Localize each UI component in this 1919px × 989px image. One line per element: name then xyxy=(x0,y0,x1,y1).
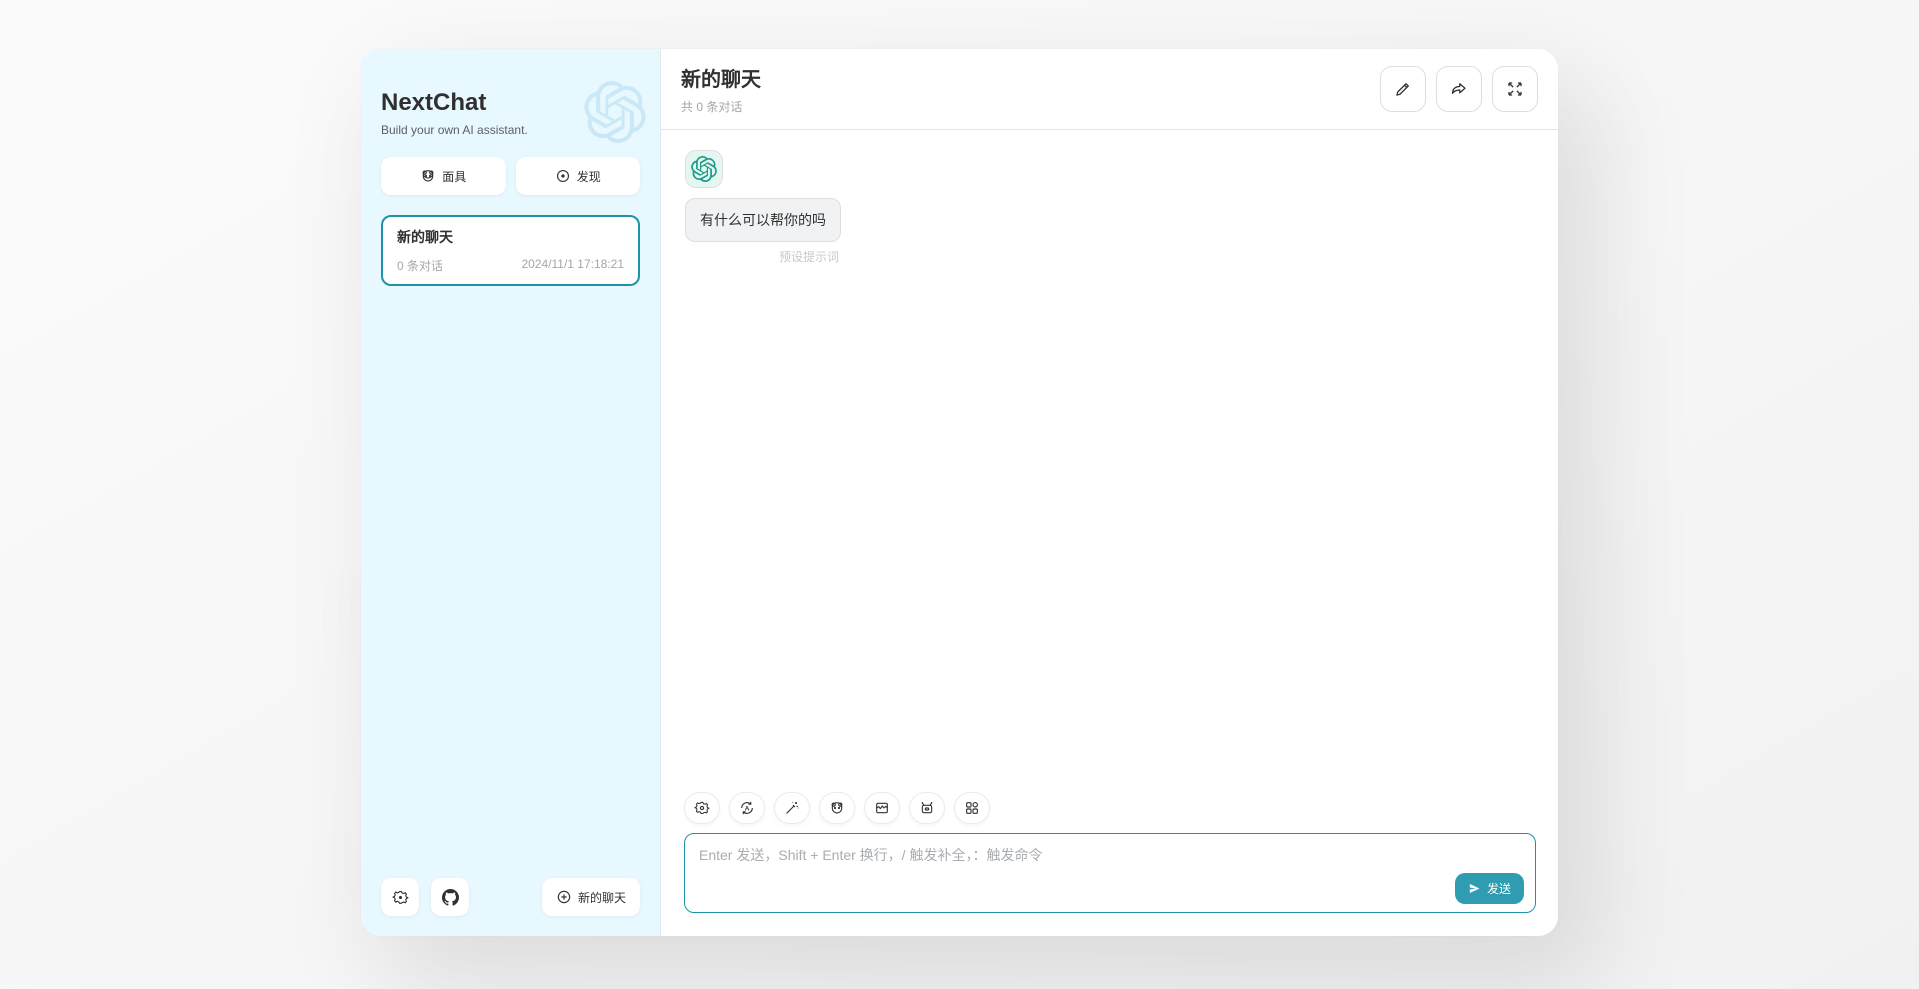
fullscreen-button[interactable] xyxy=(1492,66,1538,112)
clear-context-button[interactable] xyxy=(864,792,900,824)
assistant-message: 有什么可以帮你的吗 预设提示词 xyxy=(685,198,841,265)
send-button[interactable]: 发送 xyxy=(1455,873,1524,904)
export-button[interactable] xyxy=(1436,66,1482,112)
chat-header-actions xyxy=(1380,66,1538,112)
sidebar-actions: 面具 发现 xyxy=(381,157,640,195)
chat-list-item[interactable]: 新的聊天 0 条对话 2024/11/1 17:18:21 xyxy=(381,215,640,286)
github-button[interactable] xyxy=(431,878,469,916)
chat-header-titles: 新的聊天 共 0 条对话 xyxy=(681,63,761,115)
send-button-label: 发送 xyxy=(1487,880,1511,897)
chat-settings-button[interactable] xyxy=(684,792,720,824)
send-plane-icon xyxy=(1468,882,1481,895)
sidebar: NextChat Build your own AI assistant. 面具 xyxy=(361,49,661,936)
plugin-grid-icon xyxy=(964,800,980,816)
chat-item-title: 新的聊天 xyxy=(397,227,624,247)
prompt-button[interactable] xyxy=(774,792,810,824)
gear-icon xyxy=(392,889,409,906)
discover-button-label: 发现 xyxy=(577,168,601,185)
new-chat-button-label: 新的聊天 xyxy=(578,889,626,906)
input-toolbar: A xyxy=(684,792,1536,824)
chat-mask-button[interactable] xyxy=(819,792,855,824)
chat-input[interactable] xyxy=(684,833,1536,913)
chat-message-list: 有什么可以帮你的吗 预设提示词 xyxy=(661,130,1558,792)
fullscreen-icon xyxy=(1506,80,1524,98)
export-share-icon xyxy=(1450,80,1468,98)
chat-subtitle: 共 0 条对话 xyxy=(681,98,761,115)
chat-header: 新的聊天 共 0 条对话 xyxy=(661,49,1558,130)
sidebar-header: NextChat Build your own AI assistant. xyxy=(381,89,640,137)
rename-button[interactable] xyxy=(1380,66,1426,112)
chat-item-date: 2024/11/1 17:18:21 xyxy=(521,257,624,274)
mask-button-label: 面具 xyxy=(442,168,466,185)
mask-button[interactable]: 面具 xyxy=(381,157,506,195)
svg-text:A: A xyxy=(745,805,750,812)
discover-button[interactable]: 发现 xyxy=(516,157,641,195)
rename-icon xyxy=(1394,80,1412,98)
plugin-button[interactable] xyxy=(954,792,990,824)
discover-icon xyxy=(555,168,571,184)
chat-panel: 新的聊天 共 0 条对话 xyxy=(661,49,1558,936)
chat-input-panel: A xyxy=(661,792,1558,936)
chat-item-meta: 0 条对话 2024/11/1 17:18:21 xyxy=(397,257,624,274)
theme-toggle-button[interactable]: A xyxy=(729,792,765,824)
sidebar-spacer xyxy=(381,286,640,878)
openai-logo-icon xyxy=(584,81,646,143)
settings-icon xyxy=(694,800,710,816)
new-chat-button[interactable]: 新的聊天 xyxy=(542,878,640,916)
chat-list: 新的聊天 0 条对话 2024/11/1 17:18:21 xyxy=(381,215,640,286)
openai-logo-icon xyxy=(691,156,717,182)
chat-input-wrap: 发送 xyxy=(684,833,1536,918)
settings-button[interactable] xyxy=(381,878,419,916)
mask-icon xyxy=(420,168,436,184)
theme-auto-icon: A xyxy=(739,800,755,816)
app-window: NextChat Build your own AI assistant. 面具 xyxy=(361,49,1558,936)
message-bubble: 有什么可以帮你的吗 xyxy=(685,198,841,242)
mask-icon xyxy=(829,800,845,816)
prompt-wand-icon xyxy=(784,800,800,816)
assistant-avatar xyxy=(685,150,723,188)
chat-item-count: 0 条对话 xyxy=(397,257,443,274)
plus-circle-icon xyxy=(556,889,572,905)
github-icon xyxy=(442,889,459,906)
message-hint: 预设提示词 xyxy=(685,248,841,265)
clear-context-icon xyxy=(874,800,890,816)
chat-title: 新的聊天 xyxy=(681,63,761,92)
robot-model-icon xyxy=(919,800,935,816)
sidebar-footer: 新的聊天 xyxy=(381,878,640,916)
model-select-button[interactable] xyxy=(909,792,945,824)
